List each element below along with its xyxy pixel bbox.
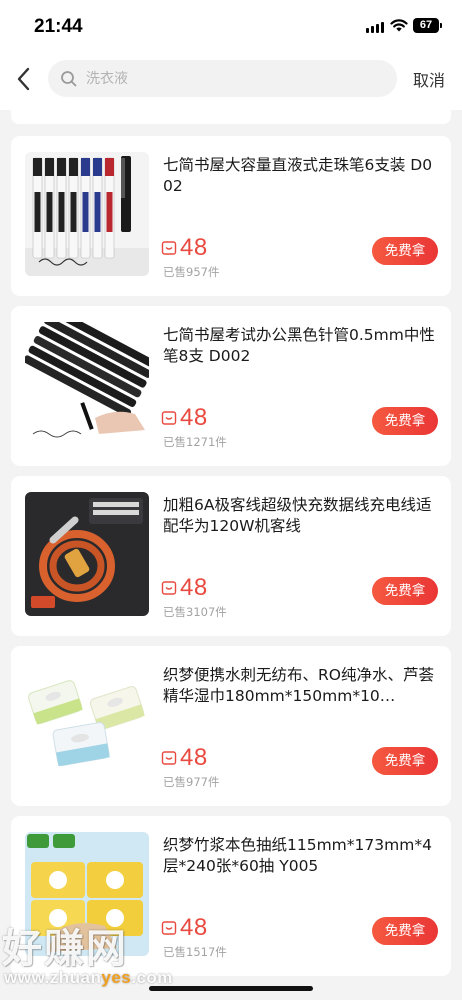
price: 48 [161,403,208,433]
product-image-wet-wipes [25,662,149,786]
sold-count: 已售1271件 [163,435,227,449]
price-tag-icon [161,581,177,595]
product-title[interactable]: 七简书屋考试办公黑色针管0.5mm中性笔8支 D002 [163,325,439,367]
search-icon [61,71,77,87]
product-title[interactable]: 七简书屋大容量直液式走珠笔6支装 D002 [163,155,439,197]
price-value: 48 [180,744,208,771]
price: 48 [161,743,208,773]
sold-count: 已售957件 [163,265,220,279]
search-bar[interactable] [48,60,397,97]
back-arrow-icon[interactable] [12,64,38,94]
price: 48 [161,913,208,943]
product-card[interactable]: 织梦竹浆本色抽纸115mm*173mm*4层*240张*60抽 Y005 48 … [11,816,451,976]
wifi-icon [390,19,408,32]
product-title[interactable]: 织梦便携水刺无纺布、RO纯净水、芦荟精华湿巾180mm*150mm*10… [163,665,439,707]
free-get-button[interactable]: 免费拿 [372,577,438,605]
sold-count: 已售1517件 [163,945,227,959]
product-image-gel-pens [25,152,149,276]
battery-indicator: 67 [413,18,442,33]
product-title[interactable]: 织梦竹浆本色抽纸115mm*173mm*4层*240张*60抽 Y005 [163,835,439,877]
price-tag-icon [161,921,177,935]
price-value: 48 [180,574,208,601]
free-get-button[interactable]: 免费拿 [372,917,438,945]
price-value: 48 [180,914,208,941]
product-card[interactable]: 七简书屋考试办公黑色针管0.5mm中性笔8支 D002 48 已售1271件 免… [11,306,451,466]
search-input[interactable] [86,60,376,97]
product-card[interactable]: 加粗6A极客线超级快充数据线充电线适配华为120W机客线 48 已售3107件 … [11,476,451,636]
free-get-button[interactable]: 免费拿 [372,237,438,265]
status-bar: 21:44 67 [0,0,462,52]
price-value: 48 [180,234,208,261]
price: 48 [161,573,208,603]
product-image-bamboo-tissue [25,832,149,956]
price-value: 48 [180,404,208,431]
free-get-button[interactable]: 免费拿 [372,747,438,775]
free-get-button[interactable]: 免费拿 [372,407,438,435]
search-header: 取消 [0,52,462,110]
price-tag-icon [161,411,177,425]
previous-card-edge [11,110,451,124]
product-card[interactable]: 七简书屋大容量直液式走珠笔6支装 D002 48 已售957件 免费拿 [11,136,451,296]
product-image-black-pens [25,322,149,446]
sold-count: 已售977件 [163,775,220,789]
cancel-button[interactable]: 取消 [413,67,445,91]
home-indicator[interactable] [149,986,313,991]
price: 48 [161,233,208,263]
cellular-signal-icon [366,22,384,33]
price-tag-icon [161,241,177,255]
product-card[interactable]: 织梦便携水刺无纺布、RO纯净水、芦荟精华湿巾180mm*150mm*10… 48… [11,646,451,806]
product-image-usb-cable [25,492,149,616]
product-title[interactable]: 加粗6A极客线超级快充数据线充电线适配华为120W机客线 [163,495,439,537]
status-time: 21:44 [34,16,83,37]
sold-count: 已售3107件 [163,605,227,619]
price-tag-icon [161,751,177,765]
